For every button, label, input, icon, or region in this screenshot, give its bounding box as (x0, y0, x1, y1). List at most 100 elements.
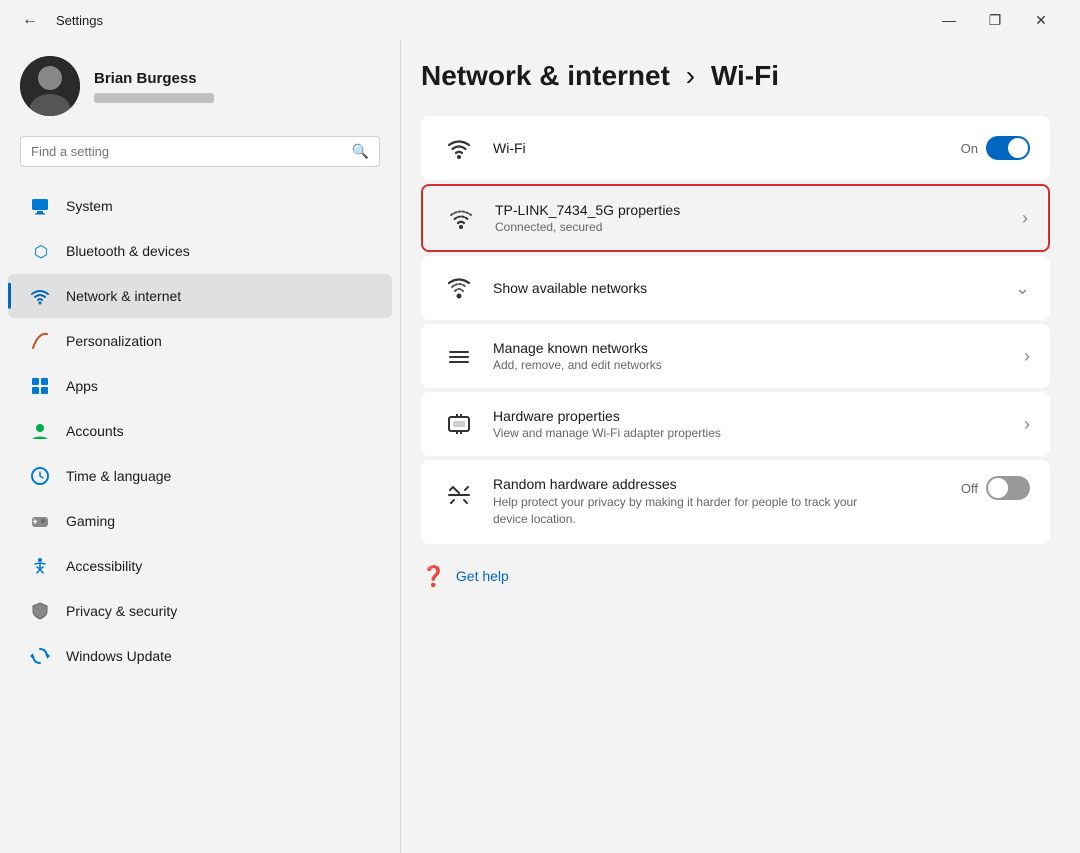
hardware-properties-sub: View and manage Wi-Fi adapter properties (493, 426, 1008, 440)
main-content: Network & internet › Wi-Fi Wi-Fi (401, 40, 1080, 853)
chevron-down-icon: ⌄ (1015, 278, 1030, 299)
random-hw-row[interactable]: Random hardware addresses Help protect y… (421, 460, 1050, 544)
sidebar-label-privacy: Privacy & security (66, 603, 177, 619)
random-hw-toggle[interactable] (986, 476, 1030, 500)
wifi-toggle-row[interactable]: Wi-Fi On (421, 116, 1050, 180)
hardware-properties-row[interactable]: Hardware properties View and manage Wi-F… (421, 392, 1050, 456)
search-icon: 🔍 (352, 143, 369, 160)
connected-network-row[interactable]: TP-LINK_7434_5G properties Connected, se… (423, 186, 1048, 250)
manage-networks-sub: Add, remove, and edit networks (493, 358, 1008, 372)
manage-networks-row[interactable]: Manage known networks Add, remove, and e… (421, 324, 1050, 388)
get-help-link[interactable]: ❓ Get help (421, 548, 1050, 589)
titlebar-controls: — ❐ ✕ (926, 4, 1064, 36)
connected-network-content: TP-LINK_7434_5G properties Connected, se… (495, 202, 1006, 234)
chevron-right-icon-3: › (1024, 414, 1030, 435)
titlebar-left: ← Settings (16, 6, 103, 34)
wifi-toggle-content: Wi-Fi (493, 140, 945, 156)
sidebar-item-network[interactable]: Network & internet (8, 274, 392, 318)
random-hw-action: Off (961, 476, 1030, 500)
get-help-icon: ❓ (421, 564, 446, 589)
sidebar-label-gaming: Gaming (66, 513, 115, 529)
time-icon (28, 464, 52, 488)
toggle-thumb (1008, 138, 1028, 158)
networks-list-icon (441, 270, 477, 306)
wifi-toggle-switch[interactable] (986, 136, 1030, 160)
sidebar-item-time[interactable]: Time & language (8, 454, 392, 498)
breadcrumb-current: Wi-Fi (711, 60, 779, 91)
random-hw-content: Random hardware addresses Help protect y… (493, 476, 945, 528)
sidebar-label-update: Windows Update (66, 648, 172, 664)
chevron-right-icon-2: › (1024, 346, 1030, 367)
show-networks-label: Show available networks (493, 280, 999, 296)
sidebar-item-accounts[interactable]: Accounts (8, 409, 392, 453)
toggle-thumb-2 (988, 478, 1008, 498)
sidebar-label-accessibility: Accessibility (66, 558, 142, 574)
random-hw-state-label: Off (961, 481, 978, 496)
app-body: Brian Burgess 🔍 System (0, 40, 1080, 853)
wifi-state-label: On (961, 141, 978, 156)
manage-networks-action: › (1024, 346, 1030, 367)
show-networks-row[interactable]: Show available networks ⌄ (421, 256, 1050, 320)
sidebar-item-gaming[interactable]: Gaming (8, 499, 392, 543)
manage-networks-card: Manage known networks Add, remove, and e… (421, 324, 1050, 388)
hardware-properties-content: Hardware properties View and manage Wi-F… (493, 408, 1008, 440)
show-networks-action: ⌄ (1015, 278, 1030, 299)
close-button[interactable]: ✕ (1018, 4, 1064, 36)
show-networks-card: Show available networks ⌄ (421, 256, 1050, 320)
accounts-icon (28, 419, 52, 443)
search-box[interactable]: 🔍 (20, 136, 380, 167)
titlebar-title: Settings (56, 13, 103, 28)
connected-network-action: › (1022, 208, 1028, 229)
show-networks-content: Show available networks (493, 280, 999, 296)
nav-menu: System ⬡ Bluetooth & devices (0, 183, 400, 679)
hardware-properties-action: › (1024, 414, 1030, 435)
user-name: Brian Burgess (94, 70, 214, 87)
personalization-icon (28, 329, 52, 353)
sidebar-label-apps: Apps (66, 378, 98, 394)
connected-network-status: Connected, secured (495, 220, 1006, 234)
minimize-button[interactable]: — (926, 4, 972, 36)
chevron-right-icon: › (1022, 208, 1028, 229)
random-hw-sub: Help protect your privacy by making it h… (493, 494, 873, 528)
hardware-properties-label: Hardware properties (493, 408, 1008, 424)
manage-networks-content: Manage known networks Add, remove, and e… (493, 340, 1008, 372)
wifi-toggle-card: Wi-Fi On (421, 116, 1050, 180)
sidebar-item-privacy[interactable]: Privacy & security (8, 589, 392, 633)
wifi-label: Wi-Fi (493, 140, 945, 156)
breadcrumb-parent: Network & internet (421, 60, 670, 91)
sidebar-item-personalization[interactable]: Personalization (8, 319, 392, 363)
get-help-label: Get help (456, 568, 509, 584)
privacy-icon (28, 599, 52, 623)
random-hw-icon (441, 476, 477, 512)
manage-networks-label: Manage known networks (493, 340, 1008, 356)
sidebar-label-system: System (66, 198, 113, 214)
svg-text:⬡: ⬡ (34, 244, 48, 261)
user-profile[interactable]: Brian Burgess (0, 40, 400, 136)
back-button[interactable]: ← (16, 6, 44, 34)
system-icon (28, 194, 52, 218)
search-input[interactable] (31, 144, 344, 159)
sidebar-label-time: Time & language (66, 468, 171, 484)
avatar (20, 56, 80, 116)
sidebar-item-bluetooth[interactable]: ⬡ Bluetooth & devices (8, 229, 392, 273)
manage-networks-icon (441, 338, 477, 374)
hardware-icon (441, 406, 477, 442)
sidebar: Brian Burgess 🔍 System (0, 40, 400, 853)
hardware-properties-card: Hardware properties View and manage Wi-F… (421, 392, 1050, 456)
sidebar-label-personalization: Personalization (66, 333, 162, 349)
accessibility-icon (28, 554, 52, 578)
random-hw-label: Random hardware addresses (493, 476, 945, 492)
titlebar: ← Settings — ❐ ✕ (0, 0, 1080, 40)
bluetooth-icon: ⬡ (28, 239, 52, 263)
update-icon (28, 644, 52, 668)
sidebar-item-system[interactable]: System (8, 184, 392, 228)
sidebar-item-apps[interactable]: Apps (8, 364, 392, 408)
sidebar-item-update[interactable]: Windows Update (8, 634, 392, 678)
wifi-icon (441, 130, 477, 166)
sidebar-label-bluetooth: Bluetooth & devices (66, 243, 190, 259)
gaming-icon (28, 509, 52, 533)
sidebar-item-accessibility[interactable]: Accessibility (8, 544, 392, 588)
breadcrumb-sep: › (686, 60, 703, 91)
wifi-toggle-action: On (961, 136, 1030, 160)
maximize-button[interactable]: ❐ (972, 4, 1018, 36)
